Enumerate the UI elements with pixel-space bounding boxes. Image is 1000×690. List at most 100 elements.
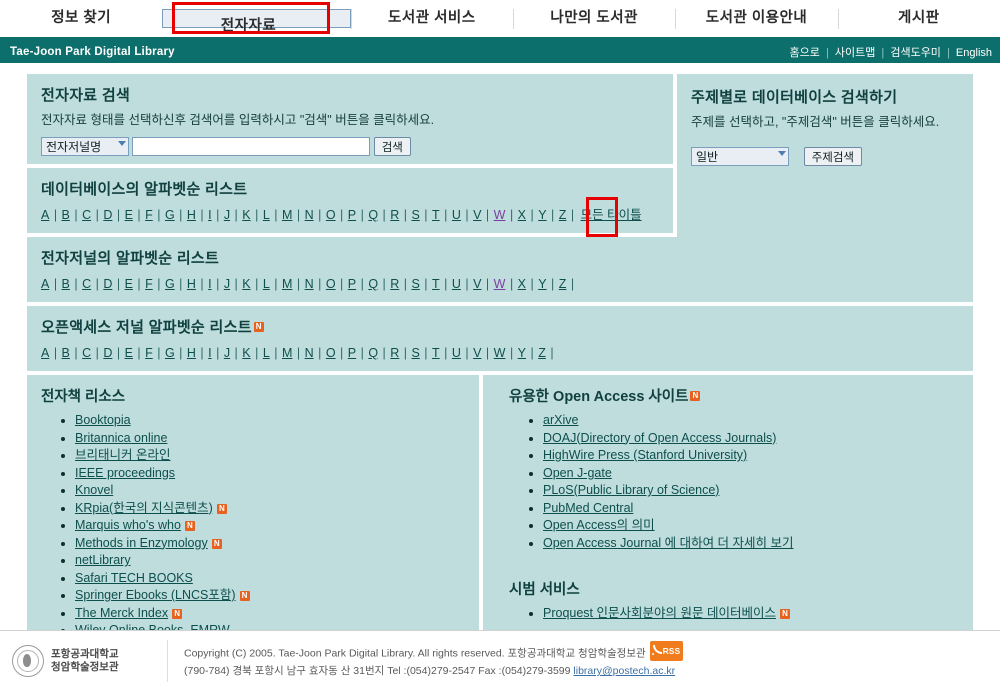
resource-link[interactable]: Marquis who's who: [75, 518, 181, 532]
nav-tab-library-guide[interactable]: 도서관 이용안내: [675, 2, 837, 35]
nav-tab-board[interactable]: 게시판: [837, 2, 1000, 35]
alpha-link-w[interactable]: W: [494, 346, 506, 360]
alpha-link-t[interactable]: T: [432, 208, 440, 222]
alpha-link-s[interactable]: S: [411, 346, 419, 360]
alpha-link-w[interactable]: W: [494, 208, 506, 222]
rss-icon[interactable]: RSS: [649, 640, 684, 661]
resource-link[interactable]: Open J-gate: [543, 466, 612, 480]
alpha-link-n[interactable]: N: [305, 346, 314, 360]
alpha-link-j[interactable]: J: [224, 346, 230, 360]
alpha-link-m[interactable]: M: [282, 208, 292, 222]
footer-email-link[interactable]: library@postech.ac.kr: [573, 665, 675, 677]
alpha-link-g[interactable]: G: [165, 208, 175, 222]
resource-link[interactable]: arXive: [543, 413, 578, 427]
alpha-link-l[interactable]: L: [263, 208, 270, 222]
alpha-link-e[interactable]: E: [125, 277, 133, 291]
alpha-link-z[interactable]: Z: [559, 208, 567, 222]
alpha-link-k[interactable]: K: [242, 346, 250, 360]
alpha-link-e[interactable]: E: [125, 208, 133, 222]
resource-type-select[interactable]: 전자저널명: [41, 137, 129, 156]
alpha-link-k[interactable]: K: [242, 208, 250, 222]
alpha-link-f[interactable]: F: [145, 208, 153, 222]
alpha-link-b[interactable]: B: [62, 346, 70, 360]
nav-tab-library-services[interactable]: 도서관 서비스: [350, 2, 513, 35]
alpha-link-y[interactable]: Y: [538, 208, 546, 222]
alpha-link-d[interactable]: D: [103, 346, 112, 360]
alpha-link-p[interactable]: P: [348, 346, 356, 360]
alpha-link-m[interactable]: M: [282, 277, 292, 291]
alpha-link-j[interactable]: J: [224, 277, 230, 291]
search-keyword-input[interactable]: [132, 137, 371, 156]
resource-link[interactable]: Britannica online: [75, 431, 167, 445]
alpha-link-v[interactable]: V: [473, 346, 481, 360]
alpha-link-l[interactable]: L: [263, 346, 270, 360]
alpha-link-r[interactable]: R: [390, 346, 399, 360]
alpha-link-c[interactable]: C: [82, 208, 91, 222]
alpha-link-n[interactable]: N: [305, 208, 314, 222]
alpha-link-c[interactable]: C: [82, 277, 91, 291]
alpha-link-q[interactable]: Q: [368, 277, 378, 291]
utility-link-home[interactable]: 홈으로: [790, 47, 820, 59]
resource-link[interactable]: Safari TECH BOOKS: [75, 571, 193, 585]
alpha-link-o[interactable]: O: [326, 208, 336, 222]
alpha-link-u[interactable]: U: [452, 346, 461, 360]
alpha-link-g[interactable]: G: [165, 277, 175, 291]
alpha-link-d[interactable]: D: [103, 208, 112, 222]
alpha-link-x[interactable]: X: [518, 208, 526, 222]
alpha-link-h[interactable]: H: [187, 208, 196, 222]
subject-select[interactable]: 일반: [691, 147, 789, 166]
alpha-link-r[interactable]: R: [390, 277, 399, 291]
alpha-link-k[interactable]: K: [242, 277, 250, 291]
utility-link-search-help[interactable]: 검색도우미: [890, 47, 941, 59]
resource-link[interactable]: Open Access의 의미: [543, 518, 655, 532]
resource-link[interactable]: IEEE proceedings: [75, 466, 175, 480]
resource-link[interactable]: Proquest 인문사회분야의 원문 데이터베이스: [543, 606, 776, 620]
utility-link-sitemap[interactable]: 사이트맵: [835, 47, 875, 59]
alpha-link-y[interactable]: Y: [538, 277, 546, 291]
resource-link[interactable]: Springer Ebooks (LNCS포함): [75, 588, 236, 602]
alpha-link-a[interactable]: A: [41, 208, 49, 222]
alpha-link-r[interactable]: R: [390, 208, 399, 222]
resource-link[interactable]: Knovel: [75, 483, 113, 497]
alpha-link-f[interactable]: F: [145, 277, 153, 291]
alpha-link-i[interactable]: I: [208, 277, 211, 291]
alpha-link-a[interactable]: A: [41, 277, 49, 291]
alpha-link-i[interactable]: I: [208, 346, 211, 360]
alpha-link-h[interactable]: H: [187, 277, 196, 291]
alpha-link-y[interactable]: Y: [518, 346, 526, 360]
alpha-link-v[interactable]: V: [473, 208, 481, 222]
alpha-link-u[interactable]: U: [452, 208, 461, 222]
nav-tab-my-library[interactable]: 나만의 도서관: [512, 2, 675, 35]
resource-link[interactable]: KRpia(한국의 지식콘텐츠): [75, 501, 213, 515]
alpha-link-p[interactable]: P: [348, 277, 356, 291]
alpha-link-i[interactable]: I: [208, 208, 211, 222]
alpha-link-a[interactable]: A: [41, 346, 49, 360]
alpha-link-q[interactable]: Q: [368, 346, 378, 360]
alpha-link-w[interactable]: W: [494, 277, 506, 291]
resource-link[interactable]: Booktopia: [75, 413, 131, 427]
alpha-link-l[interactable]: L: [263, 277, 270, 291]
alpha-link-p[interactable]: P: [348, 208, 356, 222]
alpha-link-s[interactable]: S: [411, 208, 419, 222]
search-submit-button[interactable]: 검색: [373, 137, 411, 156]
alpha-link-z[interactable]: Z: [538, 346, 546, 360]
alpha-link-b[interactable]: B: [62, 277, 70, 291]
alpha-link-m[interactable]: M: [282, 346, 292, 360]
alpha-link-q[interactable]: Q: [368, 208, 378, 222]
alpha-link-x[interactable]: X: [518, 277, 526, 291]
alpha-link-t[interactable]: T: [432, 346, 440, 360]
subject-search-button[interactable]: 주제검색: [803, 147, 863, 166]
alpha-link-n[interactable]: N: [305, 277, 314, 291]
alpha-link-all-titles[interactable]: 모든 타이틀: [581, 208, 642, 222]
alpha-link-z[interactable]: Z: [559, 277, 567, 291]
resource-link[interactable]: The Merck Index: [75, 606, 168, 620]
alpha-link-v[interactable]: V: [473, 277, 481, 291]
resource-link[interactable]: PLoS(Public Library of Science): [543, 483, 719, 497]
resource-link[interactable]: PubMed Central: [543, 501, 633, 515]
resource-link[interactable]: HighWire Press (Stanford University): [543, 448, 747, 462]
alpha-link-u[interactable]: U: [452, 277, 461, 291]
alpha-link-c[interactable]: C: [82, 346, 91, 360]
resource-link[interactable]: netLibrary: [75, 553, 131, 567]
alpha-link-s[interactable]: S: [411, 277, 419, 291]
alpha-link-g[interactable]: G: [165, 346, 175, 360]
